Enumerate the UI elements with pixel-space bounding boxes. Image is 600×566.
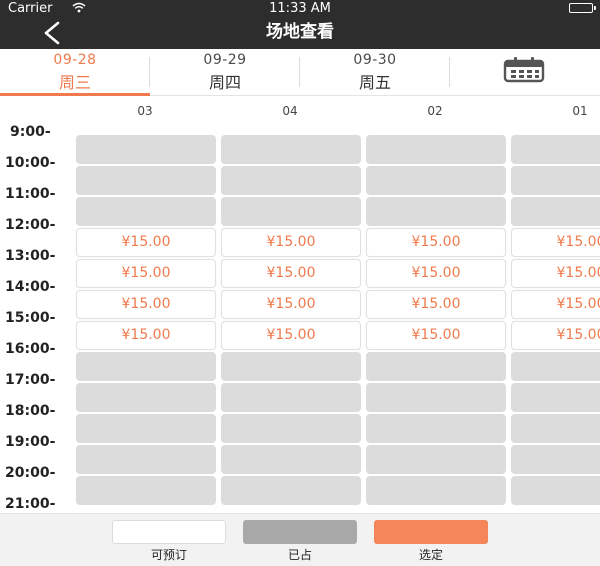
available-slot[interactable]: ¥15.00 [221,228,361,257]
available-slot[interactable]: ¥15.00 [366,259,506,288]
time-label: 20:00- [5,465,56,481]
booked-slot [76,197,216,226]
tab-date: 09-28 [53,52,97,68]
time-label: 18:00- [5,403,56,419]
time-label: 17:00- [5,372,56,388]
legend-booked-swatch [243,520,357,544]
booked-slot [221,352,361,381]
booked-slot [221,445,361,474]
booked-slot [511,166,600,195]
available-slot[interactable]: ¥15.00 [511,228,600,257]
booked-slot [511,383,600,412]
booked-slot [76,476,216,505]
tab-date-2[interactable]: 09-30 周五 [300,49,450,94]
calendar-icon [503,57,545,83]
booked-slot [221,414,361,443]
chevron-left-icon [44,21,60,45]
booked-slot [76,414,216,443]
available-slot[interactable]: ¥15.00 [511,321,600,350]
legend: 可预订 已占 选定 [0,513,600,566]
tab-date: 09-30 [353,52,397,68]
back-button[interactable] [36,20,66,46]
screen: Carrier 11:33 AM 场地查看 09-28 周三 09-29 周四 … [0,0,600,566]
time-label: 21:00- [5,496,56,512]
booked-slot [221,383,361,412]
booked-slot [366,166,506,195]
booked-slot [221,135,361,164]
booked-slot [366,414,506,443]
booked-slot [76,445,216,474]
booked-slot [366,476,506,505]
booked-slot [511,197,600,226]
page-title: 场地查看 [266,22,334,42]
booked-slot [366,352,506,381]
legend-selected-swatch [374,520,488,544]
tab-weekday: 周五 [358,73,391,92]
booked-slot [511,414,600,443]
legend-available-label: 可预订 [150,548,187,562]
battery-icon [569,3,596,13]
available-slot[interactable]: ¥15.00 [366,290,506,319]
court-header: 03 04 02 01 [0,96,600,125]
status-time: 11:33 AM [269,1,331,16]
booked-slot [76,352,216,381]
court-label: 04 [282,104,298,118]
time-label: 14:00- [5,279,56,295]
available-slot[interactable]: ¥15.00 [221,290,361,319]
booked-slot [76,166,216,195]
time-label: 13:00- [5,248,56,264]
tab-date: 09-29 [203,52,247,68]
legend-available-swatch [112,520,226,544]
booked-slot [76,383,216,412]
legend-booked-label: 已占 [287,548,312,562]
available-slot[interactable]: ¥15.00 [366,228,506,257]
time-label: 19:00- [5,434,56,450]
booked-slot [511,352,600,381]
booked-slot [366,445,506,474]
available-slot[interactable]: ¥15.00 [366,321,506,350]
booked-slot [366,197,506,226]
tab-weekday: 周三 [58,73,91,92]
time-label: 16:00- [5,341,56,357]
booked-slot [221,476,361,505]
available-slot[interactable]: ¥15.00 [76,259,216,288]
available-slot[interactable]: ¥15.00 [76,321,216,350]
tab-weekday: 周四 [208,73,241,92]
available-slot[interactable]: ¥15.00 [221,321,361,350]
navigation-bar: Carrier 11:33 AM 场地查看 [0,0,600,49]
available-slot[interactable]: ¥15.00 [76,290,216,319]
status-bar: Carrier 11:33 AM [0,0,600,16]
time-label: 11:00- [5,186,56,202]
available-slot[interactable]: ¥15.00 [511,290,600,319]
tab-date-0[interactable]: 09-28 周三 [0,49,150,94]
calendar-button[interactable] [450,49,600,94]
court-label: 01 [572,104,588,118]
available-slot[interactable]: ¥15.00 [221,259,361,288]
booked-slot [76,135,216,164]
booked-slot [511,135,600,164]
booked-slot [366,383,506,412]
booked-slot [511,476,600,505]
court-label: 02 [427,104,443,118]
court-label: 03 [137,104,153,118]
booked-slot [366,135,506,164]
time-label: 12:00- [5,217,56,233]
time-label: 15:00- [5,310,56,326]
booked-slot [511,445,600,474]
available-slot[interactable]: ¥15.00 [76,228,216,257]
legend-selected-label: 选定 [418,548,443,562]
booked-slot [221,197,361,226]
booked-slot [221,166,361,195]
time-label: 10:00- [5,155,56,171]
available-slot[interactable]: ¥15.00 [511,259,600,288]
tab-date-1[interactable]: 09-29 周四 [150,49,300,94]
time-label: 9:00- [10,124,51,140]
date-tabs: 09-28 周三 09-29 周四 09-30 周五 [0,49,600,96]
